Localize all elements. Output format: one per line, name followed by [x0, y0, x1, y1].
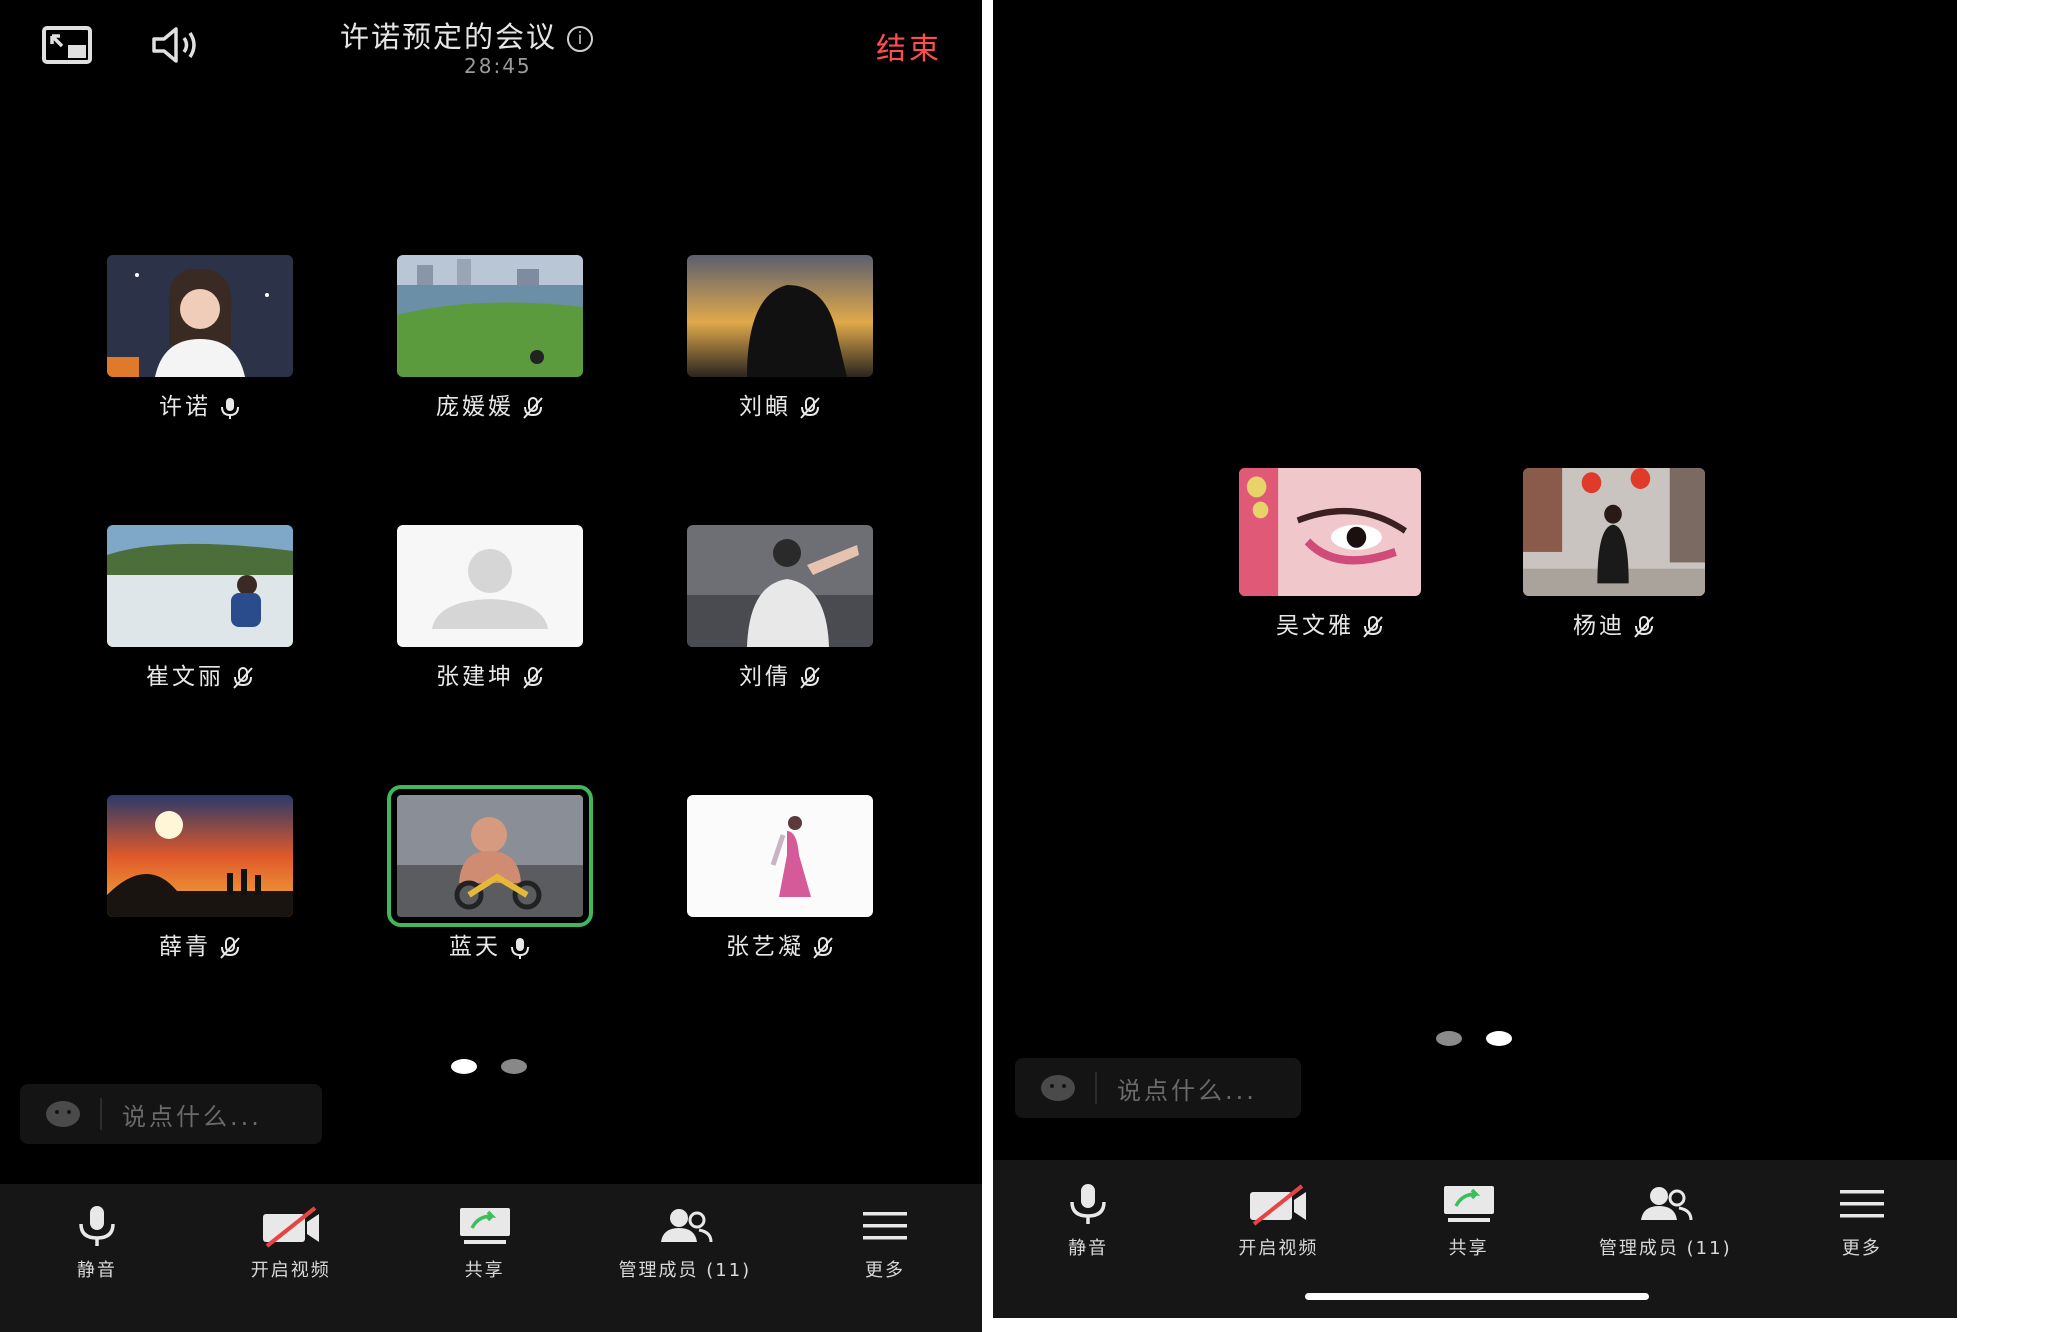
participant-avatar [397, 255, 583, 377]
video-off-icon [262, 1206, 319, 1248]
chat-placeholder: 说点什么... [1117, 1076, 1257, 1105]
participant-avatar [687, 525, 873, 647]
participant-avatar [107, 525, 293, 647]
participant-avatar [397, 525, 583, 647]
chat-input[interactable]: 说点什么... [1015, 1058, 1301, 1118]
participant-avatar [107, 795, 293, 917]
video-off-icon [1250, 1184, 1307, 1226]
more-button[interactable]: 更多 [1802, 1182, 1922, 1260]
participant-tile[interactable]: 吴文雅 [1239, 468, 1421, 640]
participant-name: 刘頔 [739, 394, 791, 420]
participant-tile[interactable]: 张艺凝 [687, 795, 873, 961]
mic-muted-icon [233, 666, 253, 689]
participant-avatar [1239, 468, 1421, 596]
page-dot-2-active[interactable] [1486, 1031, 1512, 1046]
manage-members-button[interactable]: 管理成员 (11) [1599, 1182, 1732, 1260]
mic-muted-icon [1363, 615, 1383, 638]
participant-tile[interactable]: 刘頔 [687, 255, 873, 421]
home-indicator[interactable] [1305, 1293, 1649, 1300]
emoji-icon[interactable] [46, 1101, 80, 1127]
participant-name: 张建坤 [436, 664, 514, 690]
microphone-icon [79, 1206, 115, 1246]
top-bar: 许诺预定的会议 i 28:45 结束 [0, 0, 982, 95]
participant-name: 蓝天 [449, 934, 501, 960]
participant-avatar [387, 785, 593, 927]
page-indicator[interactable] [451, 1059, 527, 1074]
page-dot-2[interactable] [501, 1059, 527, 1074]
share-button[interactable]: 共享 [425, 1204, 545, 1282]
participant-avatar [1523, 468, 1705, 596]
participant-tile-speaking[interactable]: 蓝天 [387, 785, 593, 961]
mic-muted-icon [523, 396, 543, 419]
end-meeting-button[interactable]: 结束 [876, 24, 942, 68]
share-button[interactable]: 共享 [1409, 1182, 1529, 1260]
participant-tile[interactable]: 刘倩 [687, 525, 873, 691]
members-icon [1641, 1187, 1693, 1221]
page-indicator[interactable] [1436, 1031, 1512, 1046]
participant-name: 庞媛媛 [436, 394, 514, 420]
participant-tile[interactable]: 张建坤 [397, 525, 583, 691]
participant-tile[interactable]: 许诺 [107, 255, 293, 421]
start-video-button[interactable]: 开启视频 [231, 1204, 351, 1282]
manage-members-button[interactable]: 管理成员 (11) [619, 1204, 752, 1282]
participant-name: 崔文丽 [146, 664, 224, 690]
meeting-screen-page-1: 许诺预定的会议 i 28:45 结束 许诺 庞媛媛 刘頔 崔文丽 张建坤 刘倩 … [0, 0, 982, 1332]
mic-muted-icon [1634, 615, 1654, 638]
meeting-title[interactable]: 许诺预定的会议 i [340, 14, 594, 56]
bottom-toolbar: 静音 开启视频 共享 管理成员 (11) 更多 [0, 1184, 982, 1332]
more-button[interactable]: 更多 [825, 1204, 945, 1282]
mute-button[interactable]: 静音 [1028, 1182, 1148, 1260]
participant-name: 吴文雅 [1276, 613, 1354, 639]
meeting-timer: 28:45 [464, 54, 532, 78]
menu-icon [863, 1212, 908, 1240]
participant-tile[interactable]: 崔文丽 [107, 525, 293, 691]
info-icon[interactable]: i [567, 26, 594, 52]
mic-on-icon [221, 397, 239, 419]
participant-name: 张艺凝 [726, 934, 804, 960]
menu-icon [1839, 1190, 1884, 1218]
participant-tile[interactable]: 薛青 [107, 795, 293, 961]
participant-avatar [687, 255, 873, 377]
mic-muted-icon [813, 936, 833, 959]
mic-muted-icon [523, 666, 543, 689]
meeting-title-text: 许诺预定的会议 [340, 20, 558, 54]
participant-avatar [687, 795, 873, 917]
speaker-icon[interactable] [148, 22, 204, 68]
microphone-icon [1070, 1184, 1106, 1224]
mic-muted-icon [220, 936, 240, 959]
participant-avatar [107, 255, 293, 377]
members-icon [660, 1209, 713, 1243]
mic-muted-icon [800, 396, 820, 419]
participant-name: 杨迪 [1573, 613, 1625, 639]
participant-name: 许诺 [159, 394, 211, 420]
mic-muted-icon [800, 666, 820, 689]
share-screen-icon [459, 1208, 510, 1244]
start-video-button[interactable]: 开启视频 [1218, 1182, 1338, 1260]
chat-placeholder: 说点什么... [122, 1102, 262, 1131]
emoji-icon[interactable] [1041, 1075, 1075, 1101]
participant-tile[interactable]: 杨迪 [1523, 468, 1705, 640]
minimize-window-icon[interactable] [40, 22, 96, 68]
participant-name: 薛青 [159, 934, 211, 960]
page-dot-1-active[interactable] [451, 1059, 477, 1074]
page-dot-1[interactable] [1436, 1031, 1462, 1046]
participant-name: 刘倩 [739, 664, 791, 690]
mute-button[interactable]: 静音 [37, 1204, 157, 1282]
participant-tile[interactable]: 庞媛媛 [397, 255, 583, 421]
mic-on-icon [511, 937, 529, 959]
share-screen-icon [1443, 1186, 1494, 1222]
meeting-screen-page-2: 吴文雅 杨迪 说点什么... 静音 开启视频 共享 管理成员 (11) 更多 [993, 0, 1957, 1318]
chat-input[interactable]: 说点什么... [20, 1084, 322, 1144]
